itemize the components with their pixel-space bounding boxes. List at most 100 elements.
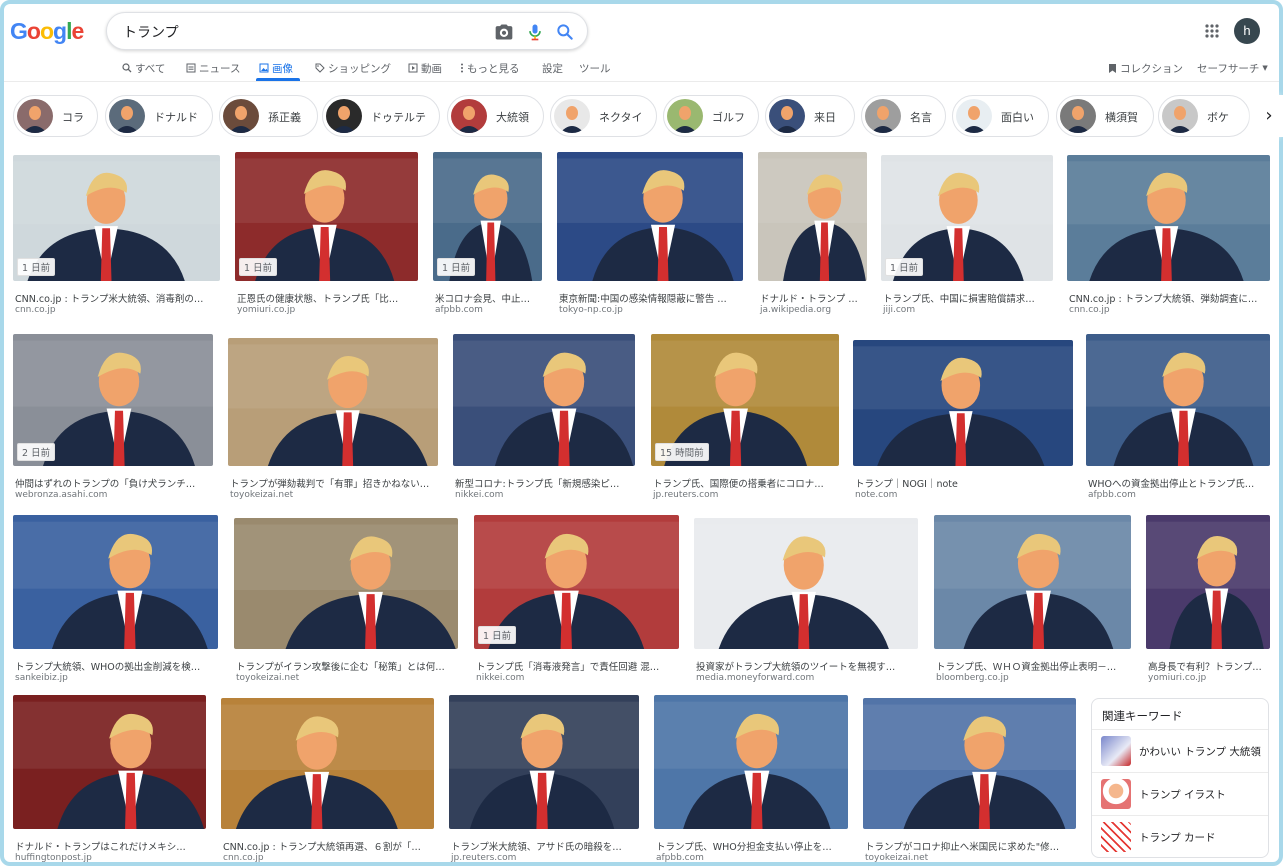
related-search-chip[interactable]: 名言 bbox=[861, 95, 946, 137]
result-thumbnail[interactable] bbox=[453, 334, 635, 466]
result-thumbnail[interactable] bbox=[863, 698, 1076, 829]
result-caption[interactable]: トランプ氏、中国に損害賠償請求… bbox=[883, 291, 1053, 305]
result-caption[interactable]: 米コロナ会見、中止… bbox=[435, 291, 542, 305]
related-search-chip[interactable]: ドナルド bbox=[105, 95, 213, 137]
apps-icon[interactable] bbox=[1204, 23, 1220, 39]
chip-scroll-next[interactable]: › bbox=[1254, 95, 1283, 137]
related-search-chip[interactable]: 孫正義 bbox=[219, 95, 318, 137]
result-thumbnail[interactable]: 1 日前 bbox=[881, 155, 1053, 281]
tab-tools[interactable]: ツール bbox=[579, 58, 611, 78]
tab-images[interactable]: 画像 bbox=[259, 58, 293, 78]
tab-settings[interactable]: 設定 bbox=[542, 58, 563, 78]
result-thumbnail[interactable]: 1 日前 bbox=[235, 152, 418, 281]
image-result[interactable]: トランプ米大統領、アサド氏の暗殺を… jp.reuters.com bbox=[449, 695, 639, 863]
result-thumbnail[interactable]: 2 日前 bbox=[13, 334, 213, 466]
camera-icon[interactable] bbox=[494, 22, 514, 42]
related-item[interactable]: かわいい トランプ 大統領 bbox=[1092, 729, 1268, 771]
image-result[interactable]: トランプ大統領、WHOの拠出金削減を検… sankeibiz.jp bbox=[13, 515, 218, 683]
result-caption[interactable]: トランプがイラン攻撃後に企む「秘策」とは何… bbox=[236, 659, 458, 673]
image-result[interactable]: トランプがコロナ抑止へ米国民に求めた"修… toyokeizai.net bbox=[863, 698, 1076, 863]
image-result[interactable]: 15 時間前 トランプ氏、国際便の搭乗者にコロナ… jp.reuters.com bbox=[651, 334, 839, 500]
result-caption[interactable]: トランプがコロナ抑止へ米国民に求めた"修… bbox=[865, 839, 1076, 853]
result-thumbnail[interactable] bbox=[694, 518, 918, 649]
image-result[interactable]: 1 日前 トランプ氏、中国に損害賠償請求… jiji.com bbox=[881, 155, 1053, 315]
image-result[interactable]: 新型コロナ:トランプ氏「新規感染ピ… nikkei.com bbox=[453, 334, 635, 500]
tab-more[interactable]: もっと見る bbox=[460, 58, 520, 78]
search-icon[interactable] bbox=[555, 22, 575, 42]
search-box[interactable] bbox=[106, 12, 588, 50]
result-caption[interactable]: トランプ｜NOGI｜note bbox=[855, 476, 1073, 490]
collection-link[interactable]: コレクション bbox=[1108, 58, 1183, 78]
result-thumbnail[interactable] bbox=[758, 152, 867, 281]
related-search-chip[interactable]: 大統領 bbox=[447, 95, 544, 137]
result-caption[interactable]: 投資家がトランプ大統領のツイートを無視す… bbox=[696, 659, 918, 673]
related-search-chip[interactable]: 横須賀 bbox=[1056, 95, 1154, 137]
result-thumbnail[interactable] bbox=[449, 695, 639, 829]
search-input[interactable] bbox=[123, 22, 483, 42]
result-caption[interactable]: トランプ氏「消毒液発言」で責任回避 混… bbox=[476, 659, 679, 673]
result-caption[interactable]: CNN.co.jp : トランプ米大統領、消毒剤の… bbox=[15, 291, 220, 305]
image-result[interactable]: 1 日前 トランプ氏「消毒液発言」で責任回避 混… nikkei.com bbox=[474, 515, 679, 683]
result-caption[interactable]: 新型コロナ:トランプ氏「新規感染ピ… bbox=[455, 476, 635, 490]
related-search-chip[interactable]: ネクタイ bbox=[550, 95, 657, 137]
result-thumbnail[interactable]: 1 日前 bbox=[433, 152, 542, 281]
image-result[interactable]: トランプ｜NOGI｜note note.com bbox=[853, 340, 1073, 500]
tab-videos[interactable]: 動画 bbox=[408, 58, 442, 78]
result-caption[interactable]: ドナルド・トランプはこれだけメキシ… bbox=[15, 839, 206, 853]
related-search-chip[interactable]: ドゥテルテ bbox=[322, 95, 440, 137]
image-result[interactable]: ドナルド・トランプ … ja.wikipedia.org bbox=[758, 152, 867, 315]
result-caption[interactable]: トランプ米大統領、アサド氏の暗殺を… bbox=[451, 839, 639, 853]
result-thumbnail[interactable] bbox=[853, 340, 1073, 466]
result-caption[interactable]: WHOへの資金拠出停止とトランプ氏… bbox=[1088, 476, 1270, 490]
related-search-chip[interactable]: コラ bbox=[13, 95, 98, 137]
result-caption[interactable]: トランプ氏、WHO分担金支払い停止を… bbox=[656, 839, 848, 853]
result-caption[interactable]: 高身長で有利？トランプ… bbox=[1148, 659, 1270, 673]
result-thumbnail[interactable] bbox=[934, 515, 1131, 649]
image-result[interactable]: CNN.co.jp : トランプ大統領、弾劾調査に… cnn.co.jp bbox=[1067, 155, 1270, 315]
result-thumbnail[interactable] bbox=[13, 515, 218, 649]
image-result[interactable]: 1 日前 正恩氏の健康状態、トランプ氏「比… yomiuri.co.jp bbox=[235, 152, 418, 315]
account-avatar[interactable]: h bbox=[1234, 18, 1260, 44]
result-thumbnail[interactable]: 1 日前 bbox=[474, 515, 679, 649]
result-caption[interactable]: 東京新聞:中国の感染情報隠蔽に警告 … bbox=[559, 291, 743, 305]
result-caption[interactable]: トランプ大統領、WHOの拠出金削減を検… bbox=[15, 659, 218, 673]
related-search-chip[interactable]: 来日 bbox=[765, 95, 855, 137]
result-caption[interactable]: トランプが弾劾裁判で「有罪」招きかねない… bbox=[230, 476, 438, 490]
result-thumbnail[interactable] bbox=[1146, 515, 1270, 649]
result-thumbnail[interactable]: 1 日前 bbox=[13, 155, 220, 281]
related-item[interactable]: トランプ カード bbox=[1092, 815, 1268, 857]
tab-shopping[interactable]: ショッピング bbox=[315, 58, 391, 78]
image-result[interactable]: 高身長で有利？トランプ… yomiuri.co.jp bbox=[1146, 515, 1270, 683]
image-result[interactable]: トランプが弾劾裁判で「有罪」招きかねない… toyokeizai.net bbox=[228, 338, 438, 500]
result-caption[interactable]: トランプ氏、ＷＨＯ資金拠出停止表明－… bbox=[936, 659, 1131, 673]
image-result[interactable]: WHOへの資金拠出停止とトランプ氏… afpbb.com bbox=[1086, 334, 1270, 500]
result-thumbnail[interactable] bbox=[1086, 334, 1270, 466]
result-thumbnail[interactable] bbox=[557, 152, 743, 281]
tab-all[interactable]: すべて bbox=[122, 58, 165, 78]
related-search-chip[interactable]: 面白い bbox=[952, 95, 1049, 137]
related-search-chip[interactable]: ゴルフ bbox=[663, 95, 759, 137]
related-search-chip[interactable]: ボケ bbox=[1158, 95, 1250, 137]
safesearch-menu[interactable]: セーフサーチ ▼ bbox=[1197, 58, 1268, 78]
result-caption[interactable]: 正恩氏の健康状態、トランプ氏「比… bbox=[237, 291, 418, 305]
image-result[interactable]: 1 日前 米コロナ会見、中止… afpbb.com bbox=[433, 152, 542, 315]
result-thumbnail[interactable] bbox=[221, 698, 434, 829]
image-result[interactable]: 東京新聞:中国の感染情報隠蔽に警告 … tokyo-np.co.jp bbox=[557, 152, 743, 315]
result-caption[interactable]: 仲間はずれのトランプの「負け犬ランチ… bbox=[15, 476, 213, 490]
tab-news[interactable]: ニュース bbox=[186, 58, 240, 78]
result-thumbnail[interactable] bbox=[13, 695, 206, 829]
result-thumbnail[interactable] bbox=[228, 338, 438, 466]
result-caption[interactable]: CNN.co.jp : トランプ大統領再選、６割が「… bbox=[223, 839, 434, 853]
related-item[interactable]: トランプ イラスト bbox=[1092, 772, 1268, 814]
image-result[interactable]: ドナルド・トランプはこれだけメキシ… huffingtonpost.jp bbox=[13, 695, 206, 863]
result-thumbnail[interactable] bbox=[1067, 155, 1270, 281]
result-caption[interactable]: CNN.co.jp : トランプ大統領、弾劾調査に… bbox=[1069, 291, 1270, 305]
image-result[interactable]: CNN.co.jp : トランプ大統領再選、６割が「… cnn.co.jp bbox=[221, 698, 434, 863]
microphone-icon[interactable] bbox=[525, 22, 545, 42]
image-result[interactable]: 2 日前 仲間はずれのトランプの「負け犬ランチ… webronza.asahi.… bbox=[13, 334, 213, 500]
result-thumbnail[interactable] bbox=[654, 695, 848, 829]
google-logo[interactable]: Google bbox=[10, 18, 84, 45]
result-caption[interactable]: ドナルド・トランプ … bbox=[760, 291, 867, 305]
image-result[interactable]: 1 日前 CNN.co.jp : トランプ米大統領、消毒剤の… cnn.co.j… bbox=[13, 155, 220, 315]
result-caption[interactable]: トランプ氏、国際便の搭乗者にコロナ… bbox=[653, 476, 839, 490]
